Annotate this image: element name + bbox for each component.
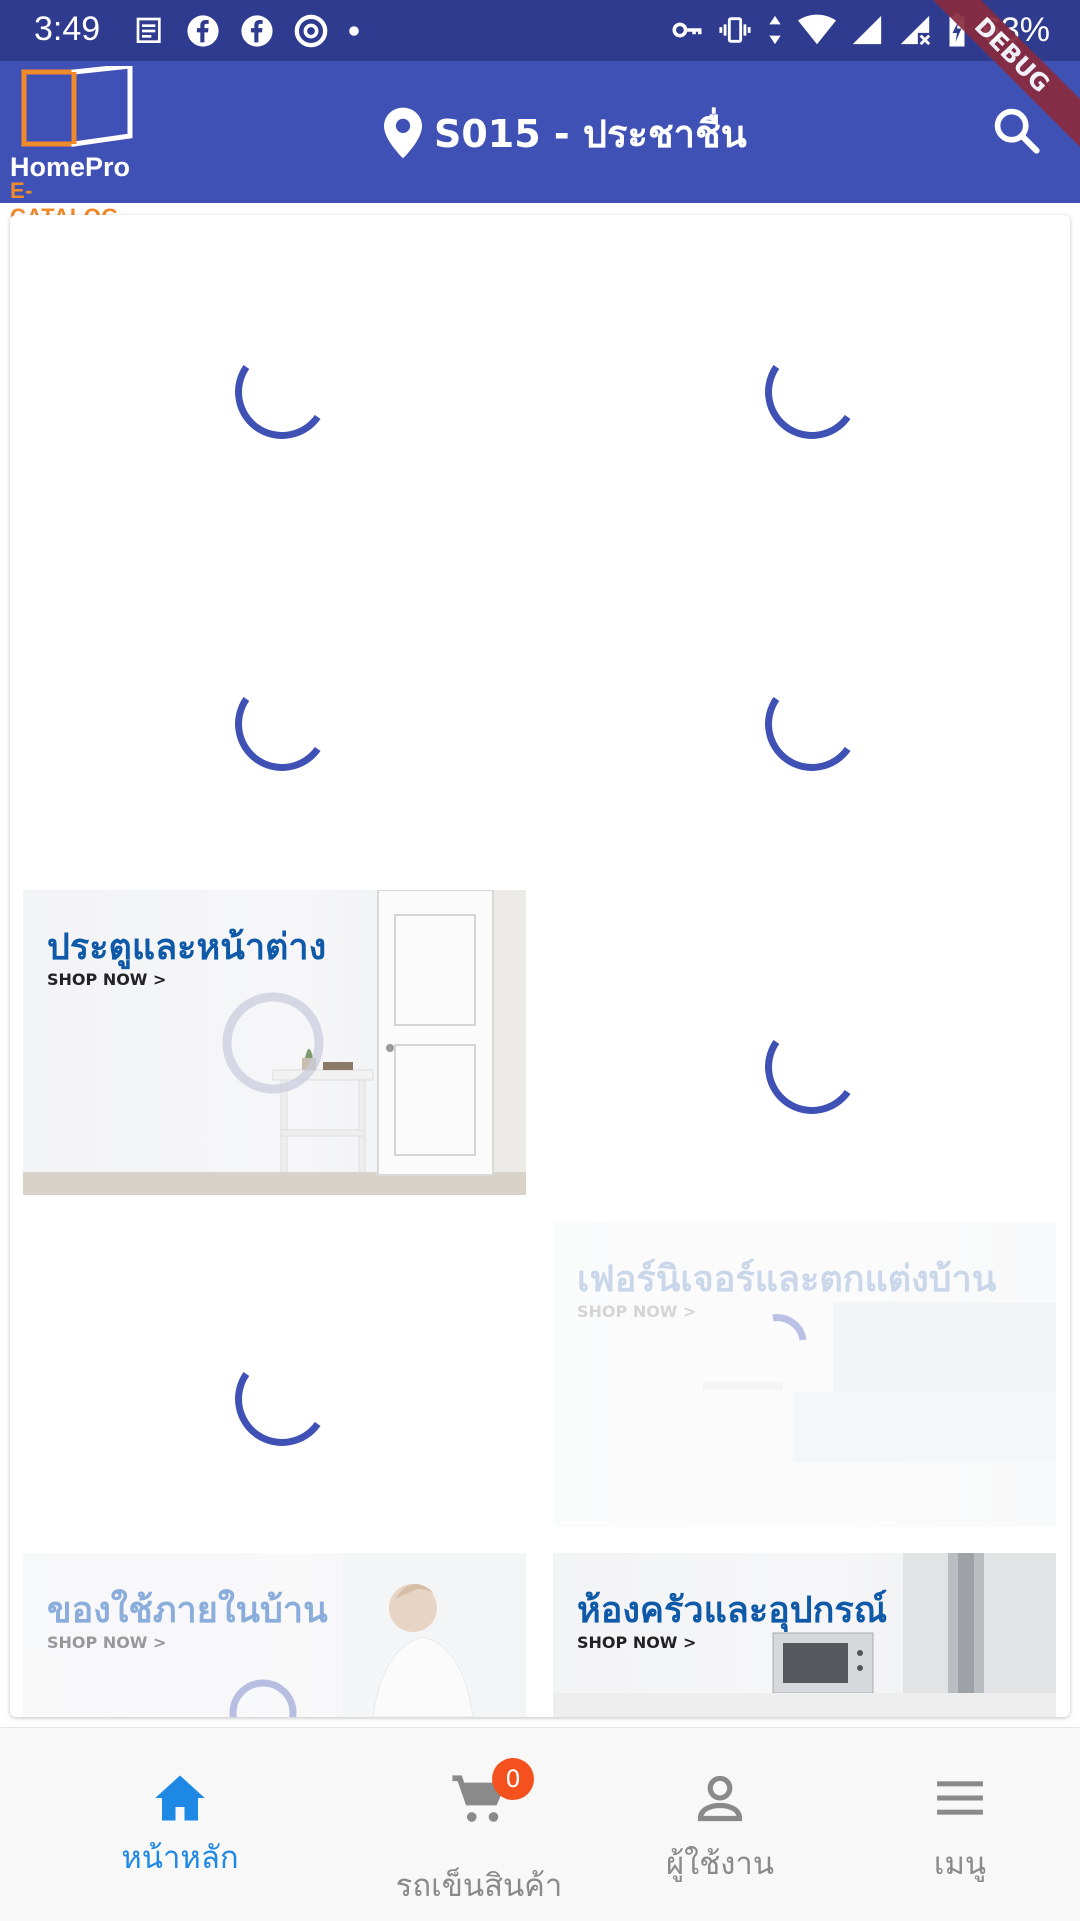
nav-menu[interactable]: เมนู bbox=[825, 1728, 1080, 1921]
store-name: S015 - ประชาชื่น bbox=[434, 111, 747, 156]
cart-count-badge: 0 bbox=[492, 1758, 534, 1800]
target-app-icon bbox=[294, 14, 328, 48]
category-tile-loading[interactable] bbox=[23, 547, 526, 852]
category-banner-household[interactable]: ของใช้ภายในบ้าน SHOP NOW > bbox=[23, 1553, 526, 1717]
category-banner-doors[interactable]: ประตูและหน้าต่าง SHOP NOW > bbox=[23, 890, 526, 1195]
category-tile-loading[interactable] bbox=[553, 547, 1056, 852]
category-tile-loading[interactable] bbox=[23, 215, 526, 520]
status-time: 3:49 bbox=[34, 10, 101, 48]
nav-cart-label: รถเข็นสินค้า bbox=[395, 1868, 563, 1904]
bottom-navigation: หน้าหลัก 0 รถเข็นสินค้า ผู้ใช้งาน เมนู bbox=[0, 1727, 1080, 1921]
facebook-icon bbox=[241, 15, 273, 47]
nav-home-label: หน้าหลัก bbox=[121, 1840, 239, 1876]
homepro-logo[interactable]: HomePro E-CATALOG bbox=[8, 66, 138, 229]
signal-icon bbox=[852, 15, 882, 45]
loading-arc-icon bbox=[772, 1314, 807, 1341]
vibrate-icon bbox=[719, 17, 751, 43]
nav-user[interactable]: ผู้ใช้งาน bbox=[585, 1728, 855, 1921]
category-banner-furniture[interactable]: เฟอร์นิเจอร์และตกแต่งบ้าน SHOP NOW > bbox=[553, 1222, 1056, 1527]
hamburger-menu-icon bbox=[937, 1781, 983, 1815]
home-icon bbox=[155, 1775, 205, 1821]
catalog-book-icon bbox=[21, 66, 133, 147]
user-icon bbox=[697, 1775, 743, 1822]
category-banner-kitchen[interactable]: ห้องครัวและอุปกรณ์ SHOP NOW > bbox=[553, 1553, 1056, 1717]
nav-menu-label: เมนู bbox=[933, 1846, 987, 1882]
loading-spinner-icon bbox=[757, 669, 867, 779]
store-selector[interactable]: S015 - ประชาชื่น bbox=[384, 98, 747, 168]
status-bar: 3:49 63% bbox=[0, 0, 1080, 61]
nav-cart[interactable]: 0 รถเข็นสินค้า bbox=[344, 1728, 614, 1921]
loading-spinner-icon bbox=[227, 1344, 337, 1454]
wifi-icon bbox=[797, 14, 836, 45]
notification-icons bbox=[134, 12, 360, 50]
kitchen-illustration bbox=[553, 1553, 1056, 1717]
search-button[interactable] bbox=[990, 104, 1042, 156]
category-grid: ประตูและหน้าต่าง SHOP NOW > เฟอร์นิเจอร์… bbox=[10, 215, 1070, 1717]
loading-spinner-icon bbox=[757, 1012, 867, 1122]
door-illustration bbox=[23, 890, 526, 1195]
category-tile-loading[interactable] bbox=[553, 890, 1056, 1195]
category-tile-loading[interactable] bbox=[23, 1222, 526, 1527]
nav-home[interactable]: หน้าหลัก bbox=[45, 1728, 315, 1921]
loading-spinner-icon bbox=[757, 337, 867, 447]
facebook-icon bbox=[187, 15, 219, 47]
loading-spinner-icon bbox=[227, 669, 337, 779]
location-pin-icon bbox=[384, 107, 422, 159]
news-icon bbox=[136, 17, 161, 43]
key-icon bbox=[672, 22, 702, 38]
dot-icon bbox=[349, 26, 359, 36]
sofa-illustration bbox=[703, 1302, 1056, 1462]
category-tile-loading[interactable] bbox=[553, 215, 1056, 520]
search-icon bbox=[994, 108, 1040, 154]
loading-spinner-icon bbox=[227, 337, 337, 447]
nav-user-label: ผู้ใช้งาน bbox=[665, 1846, 775, 1882]
signal-no-service-icon bbox=[900, 15, 931, 46]
woman-cleaning-illustration bbox=[229, 1553, 526, 1717]
data-arrows-icon bbox=[769, 15, 781, 45]
